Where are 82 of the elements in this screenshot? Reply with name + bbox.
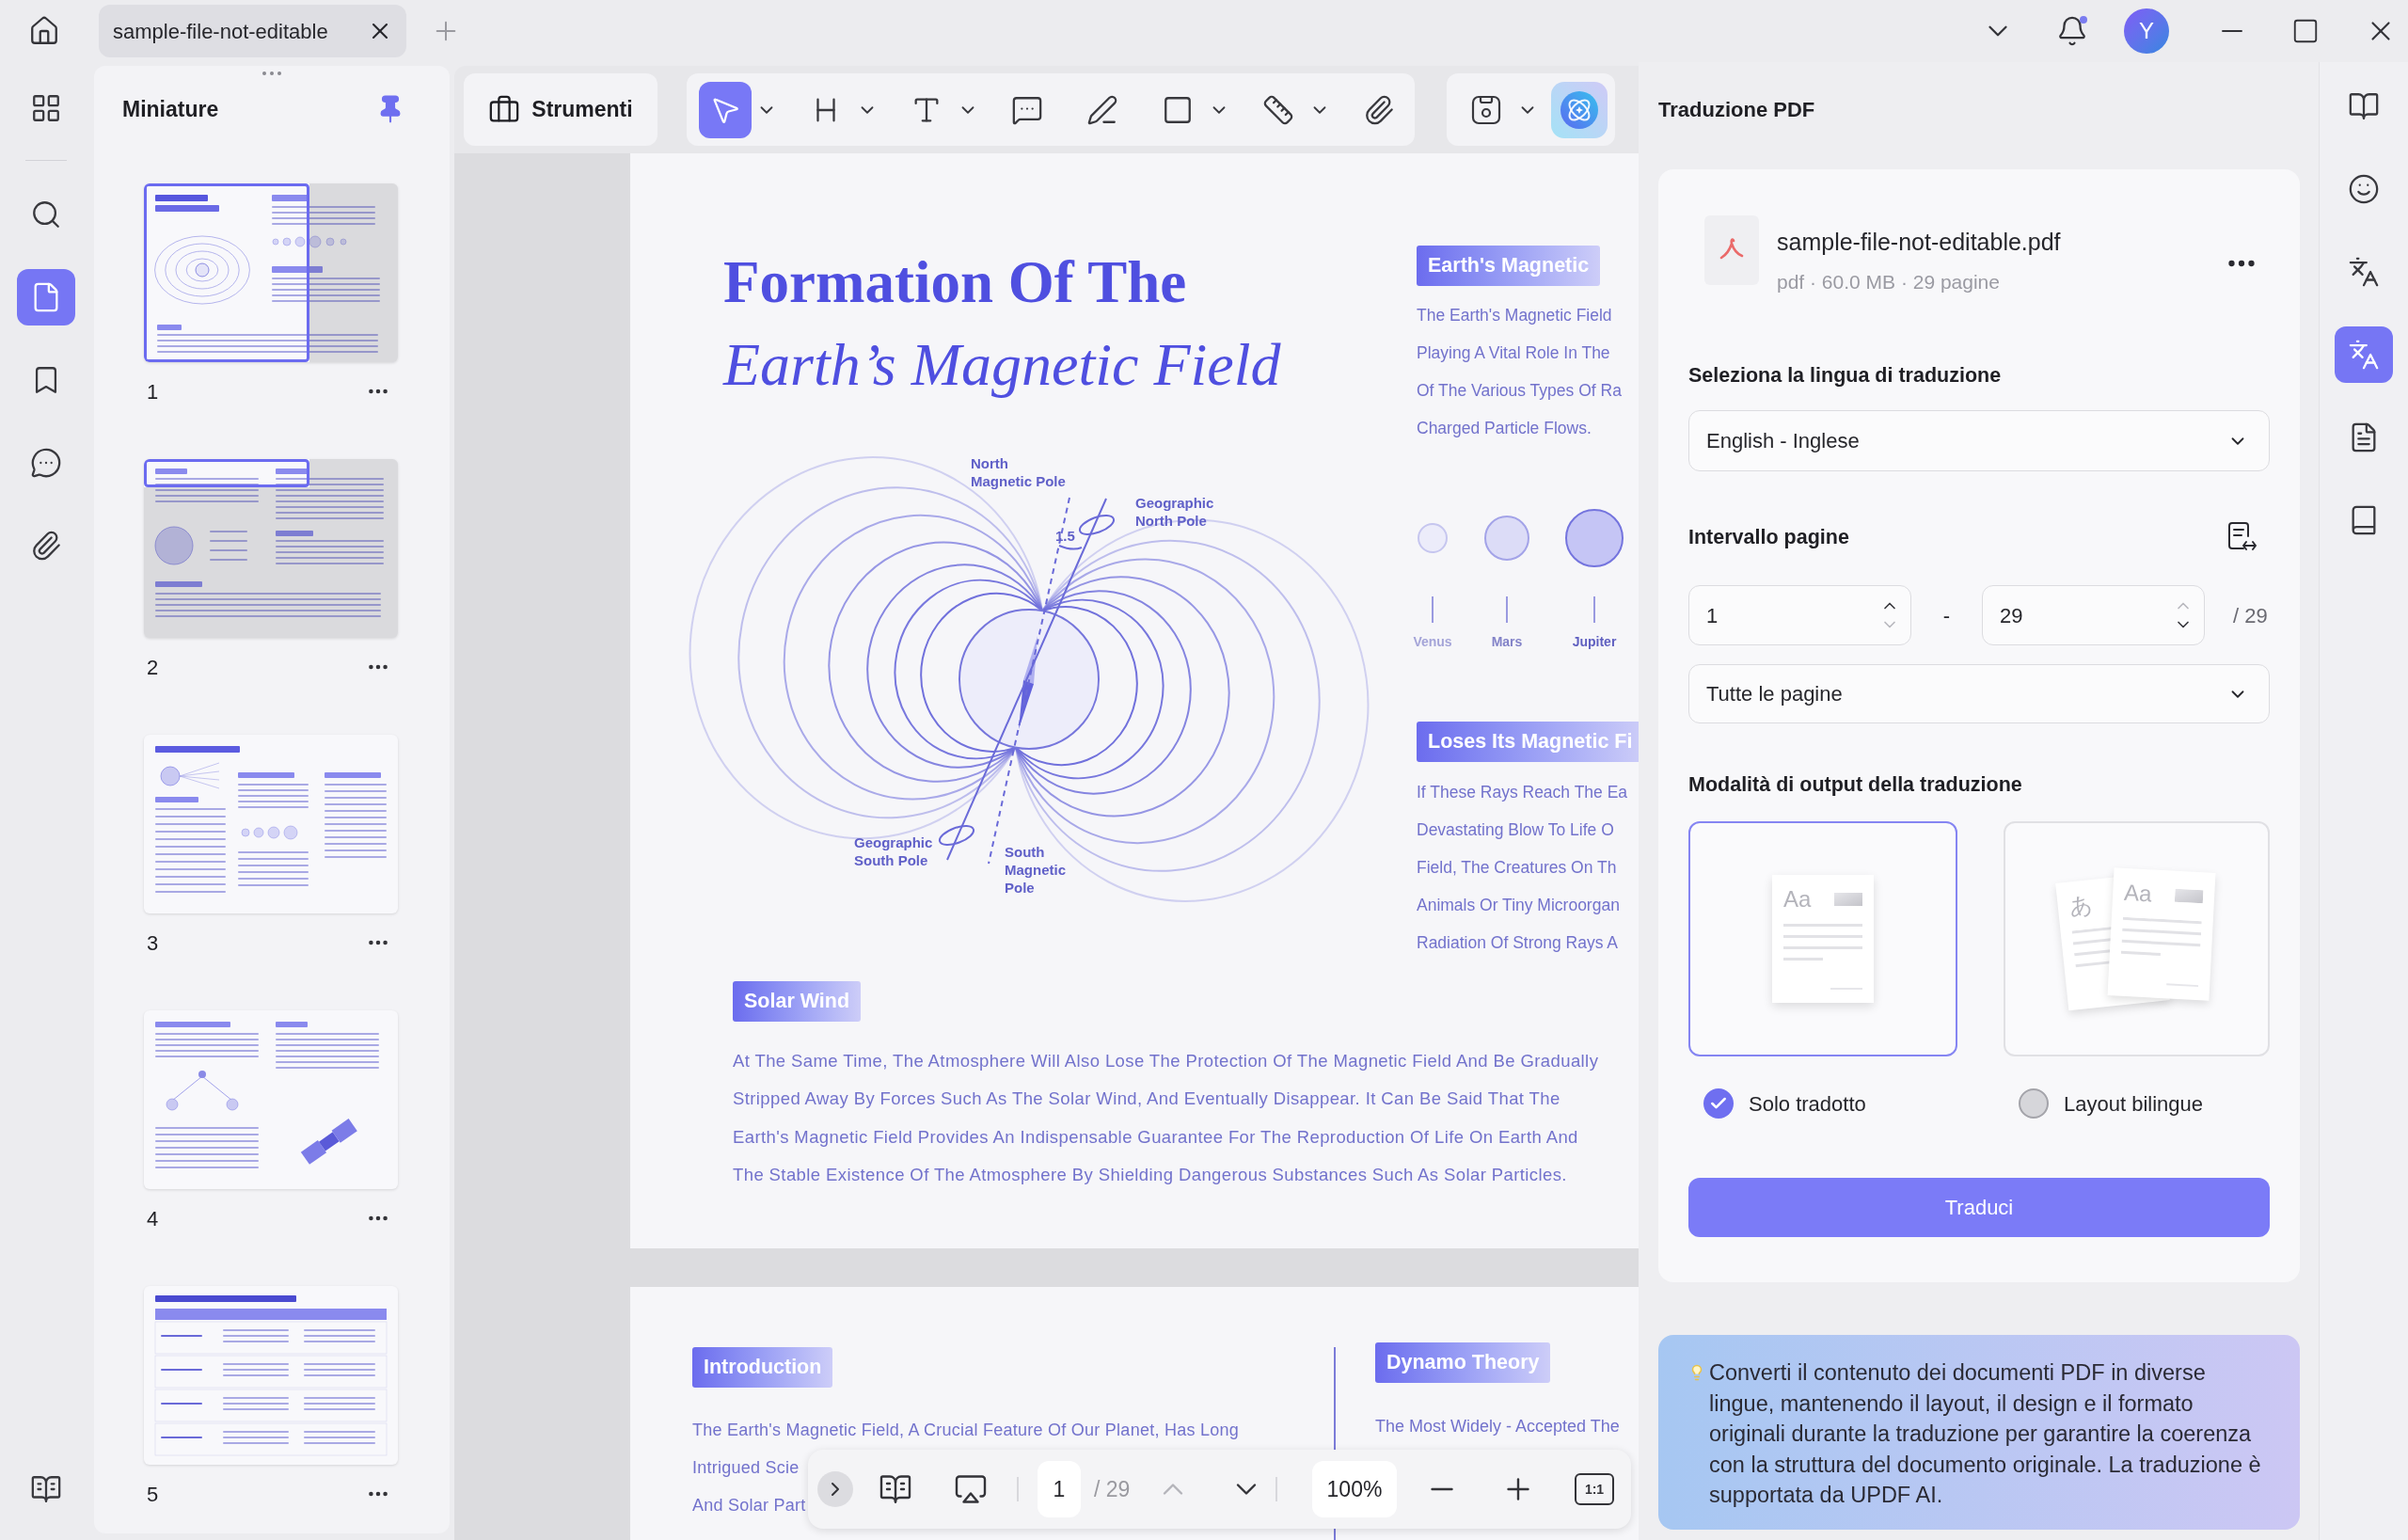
body-text: The Earth's Magnetic Field Playing A Vital Role In The Of The Various Types Of Ra Charged Particle Flows.: [1417, 305, 1622, 439]
info-text: Converti il contenuto dei documenti PDF in diverse lingue, mantenendo il layout, il design e il formato originali durante la traduzione per garantire la coerenza con la struttura del documento originale. La traduzione è supportata da UPDF AI.: [1709, 1359, 2262, 1509]
save-icon: [1470, 93, 1502, 126]
body-text: Intrigued Scie: [692, 1457, 800, 1479]
preview-text: あ: [2067, 891, 2094, 920]
section-label: Seleziona la lingua di traduzione: [1688, 363, 2003, 389]
page-thumbnail-drawing[interactable]: [144, 183, 398, 362]
image-placeholder-icon: [2174, 888, 2203, 904]
section-heading: Solar Wind: [733, 981, 862, 1022]
diagram-label: Geographic South Pole: [854, 834, 933, 869]
grip-icon[interactable]: [261, 71, 282, 76]
pdf-file-icon: [1704, 215, 1759, 285]
speech-bubble-icon: [29, 447, 62, 479]
radio-option[interactable]: Layout bilingue: [2004, 1085, 2270, 1122]
gradient-orb-icon[interactable]: [1551, 81, 1608, 138]
home-icon: [28, 15, 60, 47]
page-number-field[interactable]: 29: [1982, 585, 2205, 645]
diagram-label: North Magnetic Pole: [971, 454, 1066, 490]
page-number: 4: [147, 1205, 159, 1232]
planet-icon: [1484, 516, 1529, 561]
planet-label: Venus: [1413, 633, 1452, 651]
page-number: 2: [147, 654, 159, 681]
section-heading: Earth's Magnetic: [1417, 246, 1601, 286]
page-thumbnail-drawing[interactable]: [144, 459, 398, 638]
page-count: / 29: [1094, 1475, 1132, 1503]
page-number: 1: [147, 378, 159, 405]
document-tab[interactable]: sample-file-not-editable: [99, 5, 406, 57]
book-icon: [2348, 90, 2380, 122]
notification-icon[interactable]: [2056, 15, 2088, 47]
document-title: Formation Of The: [723, 248, 1187, 317]
section-heading: Loses Its Magnetic Fi: [1417, 722, 1639, 762]
section-label: Modalità di output della traduzione: [1688, 772, 2023, 798]
planet-label: Mars: [1491, 633, 1523, 651]
user-avatar[interactable]: Y: [2124, 8, 2169, 54]
radio-option[interactable]: Solo tradotto: [1688, 1085, 1957, 1122]
body-text: The Earth's Magnetic Field, A Crucial Feature Of Our Planet, Has Long: [692, 1420, 1239, 1441]
pen-icon: [1086, 93, 1118, 126]
file-details: pdf · 60.0 MB · 29 pagine: [1777, 270, 2001, 294]
image-placeholder-icon: [1834, 893, 1862, 906]
page-thumbnail-drawing[interactable]: [144, 1286, 398, 1465]
document-title: Earth’s Magnetic Field: [723, 330, 1281, 400]
page-number-field[interactable]: 1: [1688, 585, 1911, 645]
diagram-label: South Magnetic Pole: [1005, 843, 1066, 897]
file-name: sample-file-not-editable.pdf: [1777, 228, 2061, 257]
body-text: The Most Widely - Accepted The: [1375, 1416, 1620, 1437]
planet-icon: [1418, 523, 1448, 553]
page-number: 5: [147, 1481, 159, 1508]
two-page-icon[interactable]: [879, 1472, 912, 1506]
section-label: Intervallo pagine: [1688, 524, 1849, 550]
translate-icon: [2348, 256, 2380, 288]
range-separator: -: [1941, 602, 1952, 629]
section-heading: Dynamo Theory: [1375, 1342, 1551, 1383]
page-thumbnail-drawing[interactable]: [144, 735, 398, 913]
body-text: If These Rays Reach The Ea Devastating Blow To Life O Field, The Creatures On Th Animals Or Tiny Microorgan Radiation Of Strong Rays A: [1417, 782, 1628, 954]
page-range-select[interactable]: Tutte le pagine: [1688, 664, 2270, 723]
paperclip-icon: [1363, 93, 1395, 126]
planet-label: Jupiter: [1572, 633, 1617, 651]
diagram-label: 1.5: [1055, 527, 1075, 545]
preview-text: Aa: [2123, 879, 2152, 908]
zoom-field[interactable]: 100%: [1312, 1461, 1397, 1517]
page-number-field[interactable]: 1: [1038, 1461, 1081, 1517]
page-number: 3: [147, 929, 159, 957]
actual-size-button[interactable]: 1:1: [1575, 1473, 1614, 1505]
body-text: At The Same Time, The Atmosphere Will Also Lose The Protection Of The Magnetic Field And Be Gradually Stripped Away By Forces Such As The Solar Wind, And Eventually Disappear. It Can Be Said That The Earth's Magnetic Field Provides An Indispensable Guarantee For The Reproduction Of Life On Earth And The Stable Existence Of The Atmosphere By Shielding Dangerous Substances Such As Solar Particles.: [733, 1050, 1600, 1186]
screen-icon[interactable]: [954, 1472, 988, 1506]
page-thumbnail-drawing[interactable]: [144, 1010, 398, 1189]
diagram-label: Geographic North Pole: [1135, 494, 1214, 530]
tab-title: sample-file-not-editable: [113, 18, 328, 45]
language-select[interactable]: English - Inglese: [1688, 410, 2270, 471]
preview-text: Aa: [1783, 886, 1812, 913]
tools-button[interactable]: Strumenti: [464, 73, 657, 146]
chevron-right-icon[interactable]: [817, 1471, 853, 1507]
body-text: And Solar Part: [692, 1495, 806, 1516]
translate-icon: [2348, 339, 2380, 371]
panel-title: Miniature: [122, 95, 219, 123]
page-count: / 29: [2233, 602, 2268, 629]
smiley-icon: [2348, 173, 2380, 205]
panel-title: Traduzione PDF: [1658, 96, 1815, 123]
maximize-icon[interactable]: [2291, 17, 2320, 45]
section-heading: Introduction: [692, 1347, 833, 1388]
ruler-icon: [1262, 93, 1294, 126]
book-icon: [29, 1473, 62, 1505]
